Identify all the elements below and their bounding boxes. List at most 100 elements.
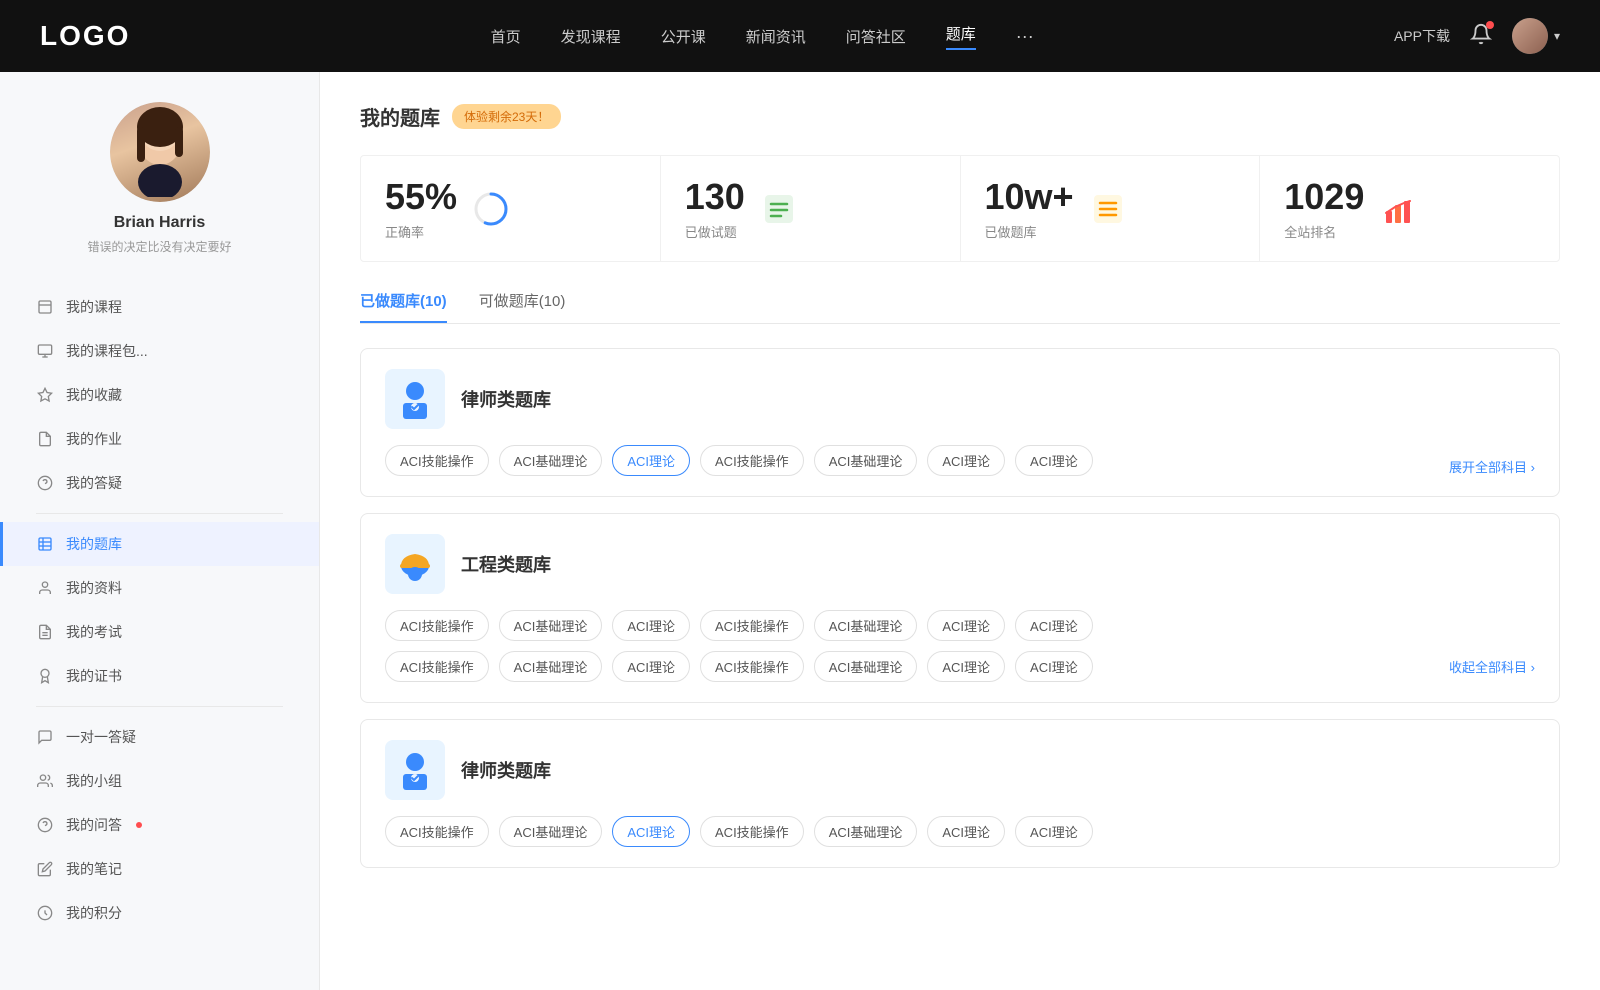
sidebar-item-question-bank[interactable]: 我的题库 <box>0 522 319 566</box>
sidebar-label-course-package: 我的课程包... <box>66 341 148 361</box>
bank-card-lawyer-1: 律师类题库 ACI技能操作 ACI基础理论 ACI理论 ACI技能操作 ACI基… <box>360 348 1560 497</box>
sidebar-item-my-courses[interactable]: 我的课程 <box>0 285 319 329</box>
tag-2b-6[interactable]: ACI理论 <box>1015 651 1093 682</box>
nav-qa[interactable]: 问答社区 <box>846 26 906 47</box>
done-questions-label: 已做试题 <box>685 222 745 241</box>
sidebar-menu: 我的课程 我的课程包... 我的收藏 我的作业 <box>0 285 319 935</box>
sidebar-item-my-qa[interactable]: 我的问答 <box>0 803 319 847</box>
nav-home[interactable]: 首页 <box>491 26 521 47</box>
tag-2a-5[interactable]: ACI理论 <box>927 610 1005 641</box>
tag-1-4[interactable]: ACI基础理论 <box>814 445 918 476</box>
tag-2b-1[interactable]: ACI基础理论 <box>499 651 603 682</box>
tags-row-1: ACI技能操作 ACI基础理论 ACI理论 ACI技能操作 ACI基础理论 AC… <box>385 445 1535 476</box>
nav-news[interactable]: 新闻资讯 <box>746 26 806 47</box>
sidebar-label-qa: 我的答疑 <box>66 473 122 493</box>
tags-row-3: ACI技能操作 ACI基础理论 ACI理论 ACI技能操作 ACI基础理论 AC… <box>385 816 1535 847</box>
nav-discover[interactable]: 发现课程 <box>561 26 621 47</box>
tab-done-banks[interactable]: 已做题库(10) <box>360 290 447 323</box>
header: LOGO 首页 发现课程 公开课 新闻资讯 问答社区 题库 ··· APP下载 … <box>0 0 1600 72</box>
tag-2b-4[interactable]: ACI基础理论 <box>814 651 918 682</box>
main-content: 我的题库 体验剩余23天！ 55% 正确率 <box>320 72 1600 990</box>
sidebar-label-homework: 我的作业 <box>66 429 122 449</box>
sidebar-item-notes[interactable]: 我的笔记 <box>0 847 319 891</box>
sidebar: Brian Harris 错误的决定比没有决定要好 我的课程 我的课程包... <box>0 72 320 990</box>
nav-open-course[interactable]: 公开课 <box>661 26 706 47</box>
collapse-link-2[interactable]: 收起全部科目 › <box>1449 657 1535 676</box>
tag-3-0[interactable]: ACI技能操作 <box>385 816 489 847</box>
tag-1-5[interactable]: ACI理论 <box>927 445 1005 476</box>
my-qa-dot <box>136 822 142 828</box>
tag-2b-0[interactable]: ACI技能操作 <box>385 651 489 682</box>
bank-card-header-2: 工程类题库 <box>385 534 1535 594</box>
nav-more[interactable]: ··· <box>1016 26 1034 47</box>
accuracy-icon <box>473 191 509 227</box>
favorites-icon <box>36 386 54 404</box>
sidebar-item-certificate[interactable]: 我的证书 <box>0 654 319 698</box>
lawyer-icon-1 <box>385 369 445 429</box>
nav-question-bank[interactable]: 题库 <box>946 23 976 50</box>
one-on-one-icon <box>36 728 54 746</box>
tag-3-4[interactable]: ACI基础理论 <box>814 816 918 847</box>
sidebar-item-course-package[interactable]: 我的课程包... <box>0 329 319 373</box>
sidebar-item-qa[interactable]: 我的答疑 <box>0 461 319 505</box>
tag-2a-1[interactable]: ACI基础理论 <box>499 610 603 641</box>
tag-1-0[interactable]: ACI技能操作 <box>385 445 489 476</box>
sidebar-item-homework[interactable]: 我的作业 <box>0 417 319 461</box>
sidebar-label-question-bank: 我的题库 <box>66 534 122 554</box>
avatar <box>1512 18 1548 54</box>
stats-row: 55% 正确率 130 已做试题 <box>360 155 1560 262</box>
exam-icon <box>36 623 54 641</box>
sidebar-item-favorites[interactable]: 我的收藏 <box>0 373 319 417</box>
bank-card-header-1: 律师类题库 <box>385 369 1535 429</box>
main-layout: Brian Harris 错误的决定比没有决定要好 我的课程 我的课程包... <box>0 72 1600 990</box>
tag-3-1[interactable]: ACI基础理论 <box>499 816 603 847</box>
user-avatar-button[interactable]: ▾ <box>1512 18 1560 54</box>
done-banks-number: 10w+ <box>985 176 1074 218</box>
bank-title-2: 工程类题库 <box>461 551 551 577</box>
tag-2a-6[interactable]: ACI理论 <box>1015 610 1093 641</box>
courses-icon <box>36 298 54 316</box>
tag-2a-3[interactable]: ACI技能操作 <box>700 610 804 641</box>
notification-bell[interactable] <box>1470 23 1492 50</box>
tag-2b-3[interactable]: ACI技能操作 <box>700 651 804 682</box>
bank-card-engineer: 工程类题库 ACI技能操作 ACI基础理论 ACI理论 ACI技能操作 ACI基… <box>360 513 1560 703</box>
tags-row-2a: ACI技能操作 ACI基础理论 ACI理论 ACI技能操作 ACI基础理论 AC… <box>385 610 1535 641</box>
tag-3-2[interactable]: ACI理论 <box>612 816 690 847</box>
tag-1-3[interactable]: ACI技能操作 <box>700 445 804 476</box>
tag-3-5[interactable]: ACI理论 <box>927 816 1005 847</box>
homework-icon <box>36 430 54 448</box>
tab-available-banks[interactable]: 可做题库(10) <box>479 290 566 323</box>
tag-2a-4[interactable]: ACI基础理论 <box>814 610 918 641</box>
tag-1-1[interactable]: ACI基础理论 <box>499 445 603 476</box>
done-questions-icon <box>761 191 797 227</box>
tags-row-2b: ACI技能操作 ACI基础理论 ACI理论 ACI技能操作 ACI基础理论 AC… <box>385 651 1535 682</box>
course-package-icon <box>36 342 54 360</box>
bank-title-1: 律师类题库 <box>461 386 551 412</box>
sidebar-item-group[interactable]: 我的小组 <box>0 759 319 803</box>
sidebar-label-notes: 我的笔记 <box>66 859 122 879</box>
tag-1-6[interactable]: ACI理论 <box>1015 445 1093 476</box>
stat-done-banks-value: 10w+ 已做题库 <box>985 176 1074 241</box>
profile-avatar <box>110 102 210 202</box>
tag-3-6[interactable]: ACI理论 <box>1015 816 1093 847</box>
profile-section: Brian Harris 错误的决定比没有决定要好 <box>0 102 319 275</box>
qa-icon <box>36 474 54 492</box>
sidebar-label-certificate: 我的证书 <box>66 666 122 686</box>
sidebar-item-points[interactable]: 我的积分 <box>0 891 319 935</box>
accuracy-number: 55% <box>385 176 457 218</box>
expand-link-1[interactable]: 展开全部科目 › <box>1449 457 1535 476</box>
tag-2a-0[interactable]: ACI技能操作 <box>385 610 489 641</box>
tag-3-3[interactable]: ACI技能操作 <box>700 816 804 847</box>
sidebar-item-exam[interactable]: 我的考试 <box>0 610 319 654</box>
ranking-number: 1029 <box>1284 176 1364 218</box>
sidebar-item-one-on-one[interactable]: 一对一答疑 <box>0 715 319 759</box>
sidebar-item-profile[interactable]: 我的资料 <box>0 566 319 610</box>
tag-2a-2[interactable]: ACI理论 <box>612 610 690 641</box>
tag-2b-5[interactable]: ACI理论 <box>927 651 1005 682</box>
logo: LOGO <box>40 20 130 52</box>
tag-1-2[interactable]: ACI理论 <box>612 445 690 476</box>
tag-2b-2[interactable]: ACI理论 <box>612 651 690 682</box>
menu-divider-1 <box>36 513 283 514</box>
done-questions-number: 130 <box>685 176 745 218</box>
app-download-button[interactable]: APP下载 <box>1394 26 1450 46</box>
